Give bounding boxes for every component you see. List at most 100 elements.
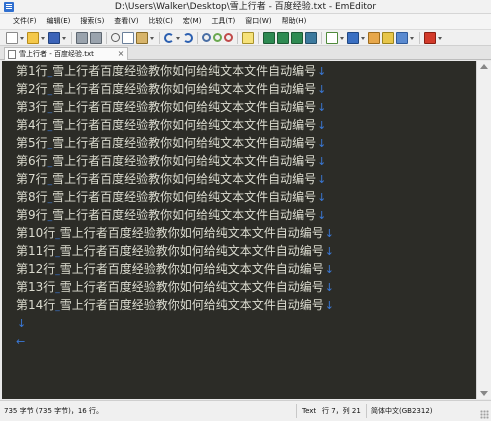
customize-icon[interactable]	[382, 31, 394, 44]
tab-label: 雪上行者 - 百度经验.txt	[19, 50, 94, 58]
line-break-mark-icon: ↓	[317, 173, 327, 186]
toolbar-separator	[106, 31, 107, 44]
line-break-mark-icon: ↓	[317, 65, 327, 78]
line-number-prefix: 第8行	[16, 190, 48, 204]
line-text: 雪上行者百度经验教你如何给纯文本文件自动编号	[52, 208, 317, 222]
line-text: 雪上行者百度经验教你如何给纯文本文件自动编号	[59, 262, 324, 276]
text-line[interactable]: 第8行_雪上行者百度经验教你如何给纯文本文件自动编号↓	[16, 188, 326, 206]
menu-view[interactable]: 查看(V)	[109, 14, 143, 29]
toolbar-separator	[159, 31, 160, 44]
vertical-scrollbar[interactable]	[476, 61, 491, 399]
macro-icon[interactable]	[347, 31, 359, 44]
paste-icon[interactable]	[136, 31, 148, 44]
line-break-mark-icon: ↓	[317, 137, 327, 150]
tab-bar: 雪上行者 - 百度经验.txt ×	[0, 46, 491, 60]
new-file-icon[interactable]	[6, 31, 18, 44]
line-number-prefix: 第1行	[16, 64, 48, 78]
text-line[interactable]: 第9行_雪上行者百度经验教你如何给纯文本文件自动编号↓	[16, 206, 326, 224]
text-line[interactable]: 第11行_雪上行者百度经验教你如何给纯文本文件自动编号↓	[16, 242, 334, 260]
print-preview-icon[interactable]	[90, 31, 102, 44]
scroll-up-icon[interactable]	[480, 64, 488, 69]
tools-icon[interactable]	[368, 31, 380, 44]
text-line[interactable]: 第5行_雪上行者百度经验教你如何给纯文本文件自动编号↓	[16, 134, 326, 152]
window-layout-icon[interactable]	[263, 31, 275, 44]
stop-dropdown[interactable]	[438, 32, 443, 44]
menu-file[interactable]: 文件(F)	[8, 14, 42, 29]
window-title: D:\Users\Walker\Desktop\雪上行者 - 百度经验.txt …	[114, 2, 377, 12]
cut-icon[interactable]	[111, 33, 120, 42]
document-properties-dropdown[interactable]	[340, 32, 345, 44]
text-file-icon	[8, 49, 16, 59]
redo-icon[interactable]	[183, 32, 193, 43]
menu-edit[interactable]: 编辑(E)	[42, 14, 76, 29]
replace-icon[interactable]	[224, 33, 233, 42]
text-line[interactable]: 第4行_雪上行者百度经验教你如何给纯文本文件自动编号↓	[16, 116, 326, 134]
paste-dropdown[interactable]	[150, 32, 155, 44]
text-line[interactable]: 第3行_雪上行者百度经验教你如何给纯文本文件自动编号↓	[16, 98, 326, 116]
line-number-prefix: 第13行	[16, 280, 56, 294]
save-icon[interactable]	[48, 31, 60, 44]
save-dropdown[interactable]	[62, 32, 67, 44]
end-of-file-mark-icon: ←	[16, 335, 26, 348]
line-text: 雪上行者百度经验教你如何给纯文本文件自动编号	[52, 154, 317, 168]
menu-search[interactable]: 搜索(S)	[75, 14, 109, 29]
line-break-mark-icon: ↓	[317, 155, 327, 168]
empty-line[interactable]: ↓	[16, 314, 26, 332]
text-line[interactable]: 第14行_雪上行者百度经验教你如何给纯文本文件自动编号↓	[16, 296, 334, 314]
text-line[interactable]: 第2行_雪上行者百度经验教你如何给纯文本文件自动编号↓	[16, 80, 326, 98]
line-text: 雪上行者百度经验教你如何给纯文本文件自动编号	[59, 226, 324, 240]
scroll-down-icon[interactable]	[480, 391, 488, 396]
macro-dropdown[interactable]	[361, 32, 366, 44]
line-break-mark-icon: ↓	[324, 263, 335, 276]
menu-help[interactable]: 帮助(H)	[277, 14, 312, 29]
plugins-icon[interactable]	[396, 31, 408, 44]
text-line[interactable]: 第6行_雪上行者百度经验教你如何给纯文本文件自动编号↓	[16, 152, 326, 170]
split-window-icon[interactable]	[277, 31, 289, 44]
line-break-mark-icon: ↓	[317, 119, 327, 132]
text-line[interactable]: 第13行_雪上行者百度经验教你如何给纯文本文件自动编号↓	[16, 278, 334, 296]
title-bar: D:\Users\Walker\Desktop\雪上行者 - 百度经验.txt …	[0, 0, 491, 14]
line-number-prefix: 第2行	[16, 82, 48, 96]
toolbar-separator	[71, 31, 72, 44]
status-encoding[interactable]: 简体中文(GB2312)	[371, 401, 433, 421]
menu-macros[interactable]: 宏(M)	[178, 14, 207, 29]
print-icon[interactable]	[76, 31, 88, 44]
menu-tools[interactable]: 工具(T)	[206, 14, 240, 29]
copy-icon[interactable]	[122, 31, 134, 44]
text-editor[interactable]: 第1行_雪上行者百度经验教你如何给纯文本文件自动编号↓ 第2行_雪上行者百度经验教…	[2, 61, 476, 399]
text-line[interactable]: 第10行_雪上行者百度经验教你如何给纯文本文件自动编号↓	[16, 224, 334, 242]
open-file-dropdown[interactable]	[41, 32, 46, 44]
text-line[interactable]: 第1行_雪上行者百度经验教你如何给纯文本文件自动编号↓	[16, 62, 326, 80]
find-icon[interactable]	[202, 33, 211, 42]
line-number-prefix: 第5行	[16, 136, 48, 150]
status-cursor-position[interactable]: 行 7，列 21	[322, 401, 361, 421]
toolbar	[0, 29, 491, 46]
menu-compare[interactable]: 比较(C)	[144, 14, 178, 29]
new-file-dropdown[interactable]	[20, 32, 25, 44]
plugins-dropdown[interactable]	[410, 32, 415, 44]
open-file-icon[interactable]	[27, 31, 39, 44]
resize-grip[interactable]	[480, 410, 489, 419]
undo-icon[interactable]	[164, 32, 174, 43]
tile-window-icon[interactable]	[291, 31, 303, 44]
status-bar: 735 字节 (735 字节)，16 行。 Text 行 7，列 21 简体中文…	[0, 400, 491, 421]
find-next-icon[interactable]	[213, 33, 222, 42]
toolbar-separator	[419, 31, 420, 44]
text-line[interactable]: 第7行_雪上行者百度经验教你如何给纯文本文件自动编号↓	[16, 170, 326, 188]
undo-dropdown[interactable]	[176, 32, 181, 44]
stop-icon[interactable]	[424, 31, 436, 44]
tab-document[interactable]: 雪上行者 - 百度经验.txt ×	[4, 47, 128, 60]
document-properties-icon[interactable]	[326, 31, 338, 44]
end-of-file-line[interactable]: ←	[16, 332, 25, 350]
line-break-mark-icon: ↓	[317, 209, 327, 222]
status-mode[interactable]: Text	[302, 401, 316, 421]
close-tab-icon[interactable]: ×	[117, 48, 125, 60]
marker-icon[interactable]	[242, 31, 254, 44]
menu-window[interactable]: 窗口(W)	[240, 14, 276, 29]
text-line[interactable]: 第12行_雪上行者百度经验教你如何给纯文本文件自动编号↓	[16, 260, 334, 278]
line-text: 雪上行者百度经验教你如何给纯文本文件自动编号	[52, 64, 317, 78]
line-number-prefix: 第3行	[16, 100, 48, 114]
line-text: 雪上行者百度经验教你如何给纯文本文件自动编号	[52, 82, 317, 96]
cascade-window-icon[interactable]	[305, 31, 317, 44]
line-break-mark-icon: ↓	[324, 299, 335, 312]
